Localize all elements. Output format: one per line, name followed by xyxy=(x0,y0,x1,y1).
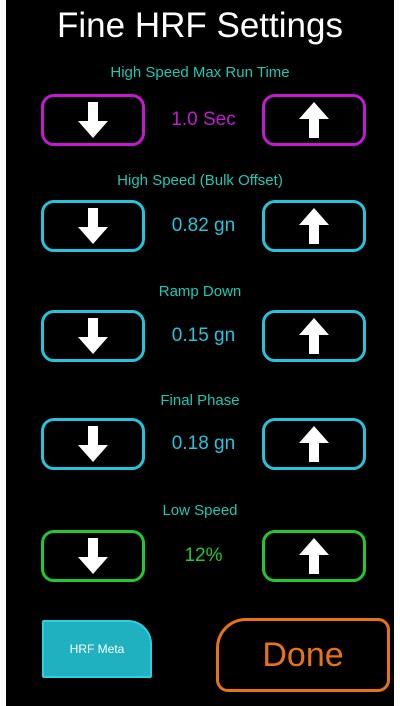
arrow-up-icon xyxy=(299,426,329,462)
arrow-up-icon xyxy=(299,318,329,354)
row-label-ramp-down: Ramp Down xyxy=(158,283,242,300)
arrow-down-icon xyxy=(78,426,108,462)
ramp-down-value: 0.15 gn xyxy=(171,325,236,346)
arrow-up-icon xyxy=(299,538,329,574)
done-button[interactable]: Done xyxy=(216,618,390,692)
ramp-down-increase-button[interactable] xyxy=(262,310,366,362)
final-phase-decrease-button[interactable] xyxy=(41,418,145,470)
high-speed-bulk-offset-decrease-button[interactable] xyxy=(41,200,145,252)
page-title: Fine HRF Settings xyxy=(57,6,343,45)
row-label-high-speed-max-run-time: High Speed Max Run Time xyxy=(110,64,290,81)
high-speed-max-run-time-value: 1.0 Sec xyxy=(171,109,236,130)
arrow-down-icon xyxy=(78,538,108,574)
arrow-up-icon xyxy=(299,208,329,244)
final-phase-increase-button[interactable] xyxy=(262,418,366,470)
final-phase-value: 0.18 gn xyxy=(171,433,236,454)
arrow-down-icon xyxy=(78,208,108,244)
arrow-down-icon xyxy=(78,102,108,138)
hrf-meta-button[interactable]: HRF Meta xyxy=(42,620,152,678)
row-label-final-phase: Final Phase xyxy=(160,392,240,409)
high-speed-bulk-offset-value: 0.82 gn xyxy=(171,215,236,236)
arrow-up-icon xyxy=(299,102,329,138)
settings-screen: Fine HRF Settings High Speed Max Run Tim… xyxy=(6,0,394,706)
low-speed-increase-button[interactable] xyxy=(262,530,366,582)
high-speed-max-run-time-increase-button[interactable] xyxy=(262,94,366,146)
high-speed-bulk-offset-increase-button[interactable] xyxy=(262,200,366,252)
row-label-low-speed: Low Speed xyxy=(162,502,238,519)
row-label-high-speed-bulk-offset: High Speed (Bulk Offset) xyxy=(117,172,283,189)
ramp-down-decrease-button[interactable] xyxy=(41,310,145,362)
low-speed-decrease-button[interactable] xyxy=(41,530,145,582)
arrow-down-icon xyxy=(78,318,108,354)
high-speed-max-run-time-decrease-button[interactable] xyxy=(41,94,145,146)
low-speed-value: 12% xyxy=(184,545,223,566)
